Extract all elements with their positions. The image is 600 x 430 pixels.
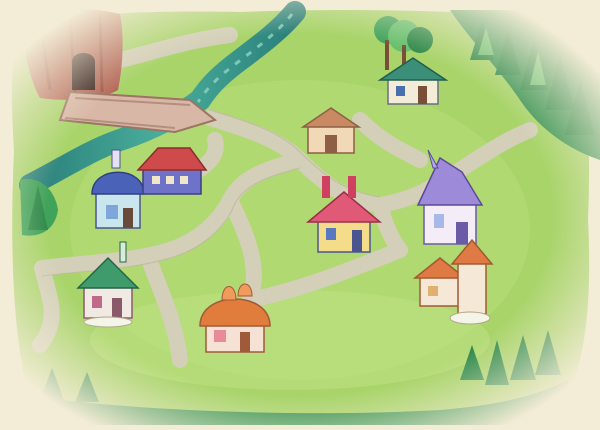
town-map-canvas [0, 0, 600, 430]
parchment-vignette [0, 0, 600, 430]
town-map [0, 0, 600, 430]
